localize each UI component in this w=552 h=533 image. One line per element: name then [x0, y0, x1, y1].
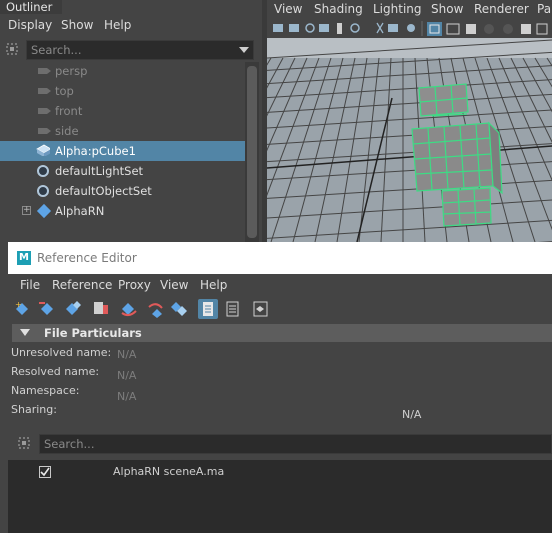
- outliner-item-persp[interactable]: persp: [0, 61, 245, 81]
- outliner-item-label: persp: [55, 64, 88, 78]
- menu-renderer[interactable]: Renderer: [474, 0, 529, 18]
- set-icon: [37, 185, 49, 197]
- check-icon: [40, 467, 50, 477]
- viewport-toolbar: [267, 20, 552, 38]
- menu-panels[interactable]: Pa: [537, 0, 551, 18]
- menu-proxy[interactable]: Proxy: [118, 275, 151, 295]
- menu-shading[interactable]: Shading: [314, 0, 363, 18]
- menu-help[interactable]: Help: [200, 275, 227, 295]
- collapse-triangle-icon[interactable]: [20, 329, 30, 336]
- menu-reference[interactable]: Reference: [52, 275, 112, 295]
- expand-icon[interactable]: +: [22, 206, 31, 215]
- file-particulars-header[interactable]: File Particulars: [12, 324, 552, 342]
- outliner-item-label: side: [55, 124, 79, 138]
- grid-axis-line: [356, 97, 393, 242]
- reference-load-checkbox[interactable]: [39, 466, 51, 478]
- sharing-value: N/A: [402, 408, 422, 421]
- outliner-search-placeholder: Search...: [31, 43, 82, 57]
- load-related-icon[interactable]: [119, 299, 139, 319]
- viewport-3d[interactable]: [267, 38, 552, 242]
- reference-editor-toolbar: +: [8, 296, 552, 322]
- chevron-down-icon[interactable]: [239, 47, 249, 53]
- viewport-scene: [267, 38, 552, 242]
- outliner-item-label: top: [55, 84, 74, 98]
- outliner-item-defaultobjectset[interactable]: defaultObjectSet: [0, 181, 245, 201]
- show-namespace-icon[interactable]: [223, 299, 243, 319]
- namespace-label: Namespace:: [11, 384, 80, 397]
- filter-icon[interactable]: [5, 42, 19, 56]
- outliner-item-label: defaultObjectSet: [55, 184, 152, 198]
- outliner-item-label: defaultLightSet: [55, 164, 144, 178]
- list-view-icon[interactable]: [198, 299, 218, 319]
- camera-tools-icons[interactable]: [273, 22, 415, 34]
- outliner-item-defaultlightset[interactable]: defaultLightSet: [0, 161, 245, 181]
- menu-help[interactable]: Help: [104, 14, 131, 36]
- outliner-menubar: Display Show Help: [0, 14, 262, 36]
- section-title: File Particulars: [44, 326, 142, 340]
- outliner-search-input[interactable]: Search...: [26, 40, 254, 60]
- resolved-name-value: N/A: [117, 369, 137, 382]
- outliner-item-alpharn[interactable]: + AlphaRN: [0, 201, 245, 221]
- outliner-scrollbar-thumb[interactable]: [247, 66, 257, 238]
- outliner-item-label: AlphaRN: [55, 204, 105, 218]
- outliner-panel: Outliner Display Show Help Search... per…: [0, 0, 262, 242]
- reference-search-input[interactable]: Search...: [39, 434, 552, 454]
- menu-show[interactable]: Show: [61, 14, 93, 36]
- duplicate-reference-icon[interactable]: [169, 299, 189, 319]
- camera-icon: [38, 128, 51, 134]
- reference-search-placeholder: Search...: [44, 437, 95, 451]
- svg-text:+: +: [15, 300, 22, 309]
- menu-file[interactable]: File: [20, 275, 40, 295]
- unresolved-name-value: N/A: [117, 348, 137, 361]
- menu-display[interactable]: Display: [8, 14, 52, 36]
- menu-view[interactable]: View: [274, 0, 302, 18]
- menu-lighting[interactable]: Lighting: [373, 0, 422, 18]
- remove-reference-icon[interactable]: [38, 299, 58, 319]
- viewport-menubar: View Shading Lighting Show Renderer Pa: [267, 0, 552, 20]
- outliner-tab[interactable]: Outliner: [0, 0, 62, 14]
- filter-icon[interactable]: [17, 436, 31, 450]
- unload-reference-icon[interactable]: [146, 299, 166, 319]
- resolved-name-label: Resolved name:: [11, 365, 100, 378]
- create-reference-icon[interactable]: +: [13, 299, 33, 319]
- reload-reference-icon[interactable]: [91, 299, 111, 319]
- window-title: Reference Editor: [37, 251, 137, 265]
- outliner-scrollbar[interactable]: [245, 62, 259, 242]
- set-icon: [37, 165, 49, 177]
- camera-icon: [38, 108, 51, 114]
- menu-show[interactable]: Show: [431, 0, 463, 18]
- camera-icon: [38, 68, 51, 74]
- display-mode-icons[interactable]: [427, 22, 548, 36]
- outliner-item-label: Alpha:pCube1: [55, 144, 136, 158]
- import-objects-icon[interactable]: [63, 299, 83, 319]
- outliner-item-label: front: [55, 104, 83, 118]
- camera-icon: [38, 88, 51, 94]
- outliner-item-alpha-pcube1[interactable]: Alpha:pCube1: [0, 141, 245, 161]
- show-details-icon[interactable]: [251, 299, 271, 319]
- reference-editor-menubar: File Reference Proxy View Help: [8, 275, 552, 295]
- reference-editor-window: M Reference Editor File Reference Proxy …: [8, 242, 552, 533]
- grid-lines: [267, 39, 552, 242]
- outliner-item-top[interactable]: top: [0, 81, 245, 101]
- maya-logo-icon: M: [17, 251, 31, 265]
- reference-list-item[interactable]: AlphaRN sceneA.ma: [113, 465, 224, 478]
- reference-list: [8, 460, 552, 533]
- mesh-icon: [36, 144, 50, 156]
- sharing-label: Sharing:: [11, 403, 57, 416]
- outliner-item-front[interactable]: front: [0, 101, 245, 121]
- namespace-value: N/A: [117, 390, 137, 403]
- unresolved-name-label: Unresolved name:: [11, 346, 112, 359]
- menu-view[interactable]: View: [160, 275, 188, 295]
- outliner-item-side[interactable]: side: [0, 121, 245, 141]
- selected-mesh-wireframe: [411, 83, 503, 227]
- reference-editor-titlebar[interactable]: M Reference Editor: [8, 242, 552, 274]
- reference-node-icon: [36, 203, 52, 219]
